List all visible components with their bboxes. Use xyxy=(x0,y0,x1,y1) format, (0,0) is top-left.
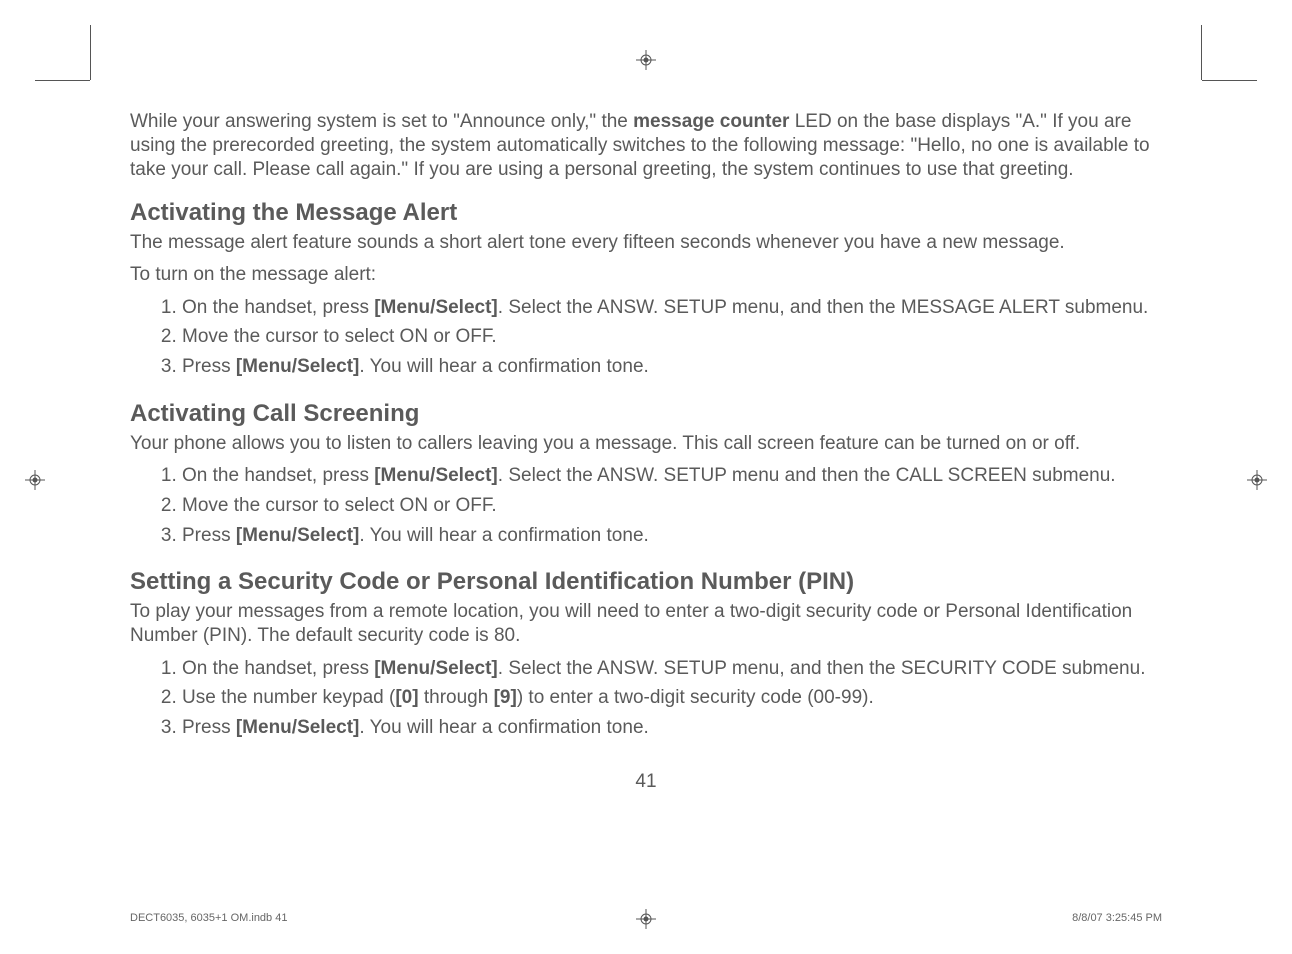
footer-right: 8/8/07 3:25:45 PM xyxy=(1072,912,1162,924)
page-content: While your answering system is set to "A… xyxy=(0,0,1292,833)
list-item: On the handset, press [Menu/Select]. Sel… xyxy=(182,463,1162,489)
intro-bold: message counter xyxy=(633,111,789,132)
list-item: On the handset, press [Menu/Select]. Sel… xyxy=(182,656,1162,682)
registration-mark-icon xyxy=(25,470,45,490)
alert-steps: On the handset, press [Menu/Select]. Sel… xyxy=(130,295,1162,380)
list-item: On the handset, press [Menu/Select]. Sel… xyxy=(182,295,1162,321)
alert-desc-1: The message alert feature sounds a short… xyxy=(130,231,1162,255)
heading-call-screening: Activating Call Screening xyxy=(130,400,1162,428)
crop-mark xyxy=(35,80,90,81)
registration-mark-icon xyxy=(1247,470,1267,490)
list-item: Move the cursor to select ON or OFF. xyxy=(182,324,1162,350)
footer-left: DECT6035, 6035+1 OM.indb 41 xyxy=(130,912,287,924)
intro-text: While your answering system is set to "A… xyxy=(130,111,633,132)
crop-mark xyxy=(1201,25,1202,80)
list-item: Use the number keypad ([0] through [9]) … xyxy=(182,685,1162,711)
list-item: Move the cursor to select ON or OFF. xyxy=(182,493,1162,519)
alert-desc-2: To turn on the message alert: xyxy=(130,263,1162,287)
intro-paragraph: While your answering system is set to "A… xyxy=(130,110,1162,181)
heading-pin: Setting a Security Code or Personal Iden… xyxy=(130,568,1162,596)
list-item: Press [Menu/Select]. You will hear a con… xyxy=(182,354,1162,380)
crop-mark xyxy=(1202,80,1257,81)
screening-steps: On the handset, press [Menu/Select]. Sel… xyxy=(130,463,1162,548)
pin-desc: To play your messages from a remote loca… xyxy=(130,600,1162,648)
heading-message-alert: Activating the Message Alert xyxy=(130,199,1162,227)
screening-desc: Your phone allows you to listen to calle… xyxy=(130,432,1162,456)
list-item: Press [Menu/Select]. You will hear a con… xyxy=(182,523,1162,549)
crop-mark xyxy=(90,25,91,80)
footer: DECT6035, 6035+1 OM.indb 41 8/8/07 3:25:… xyxy=(130,912,1162,924)
pin-steps: On the handset, press [Menu/Select]. Sel… xyxy=(130,656,1162,741)
registration-mark-icon xyxy=(636,50,656,70)
page-number: 41 xyxy=(130,771,1162,793)
list-item: Press [Menu/Select]. You will hear a con… xyxy=(182,715,1162,741)
